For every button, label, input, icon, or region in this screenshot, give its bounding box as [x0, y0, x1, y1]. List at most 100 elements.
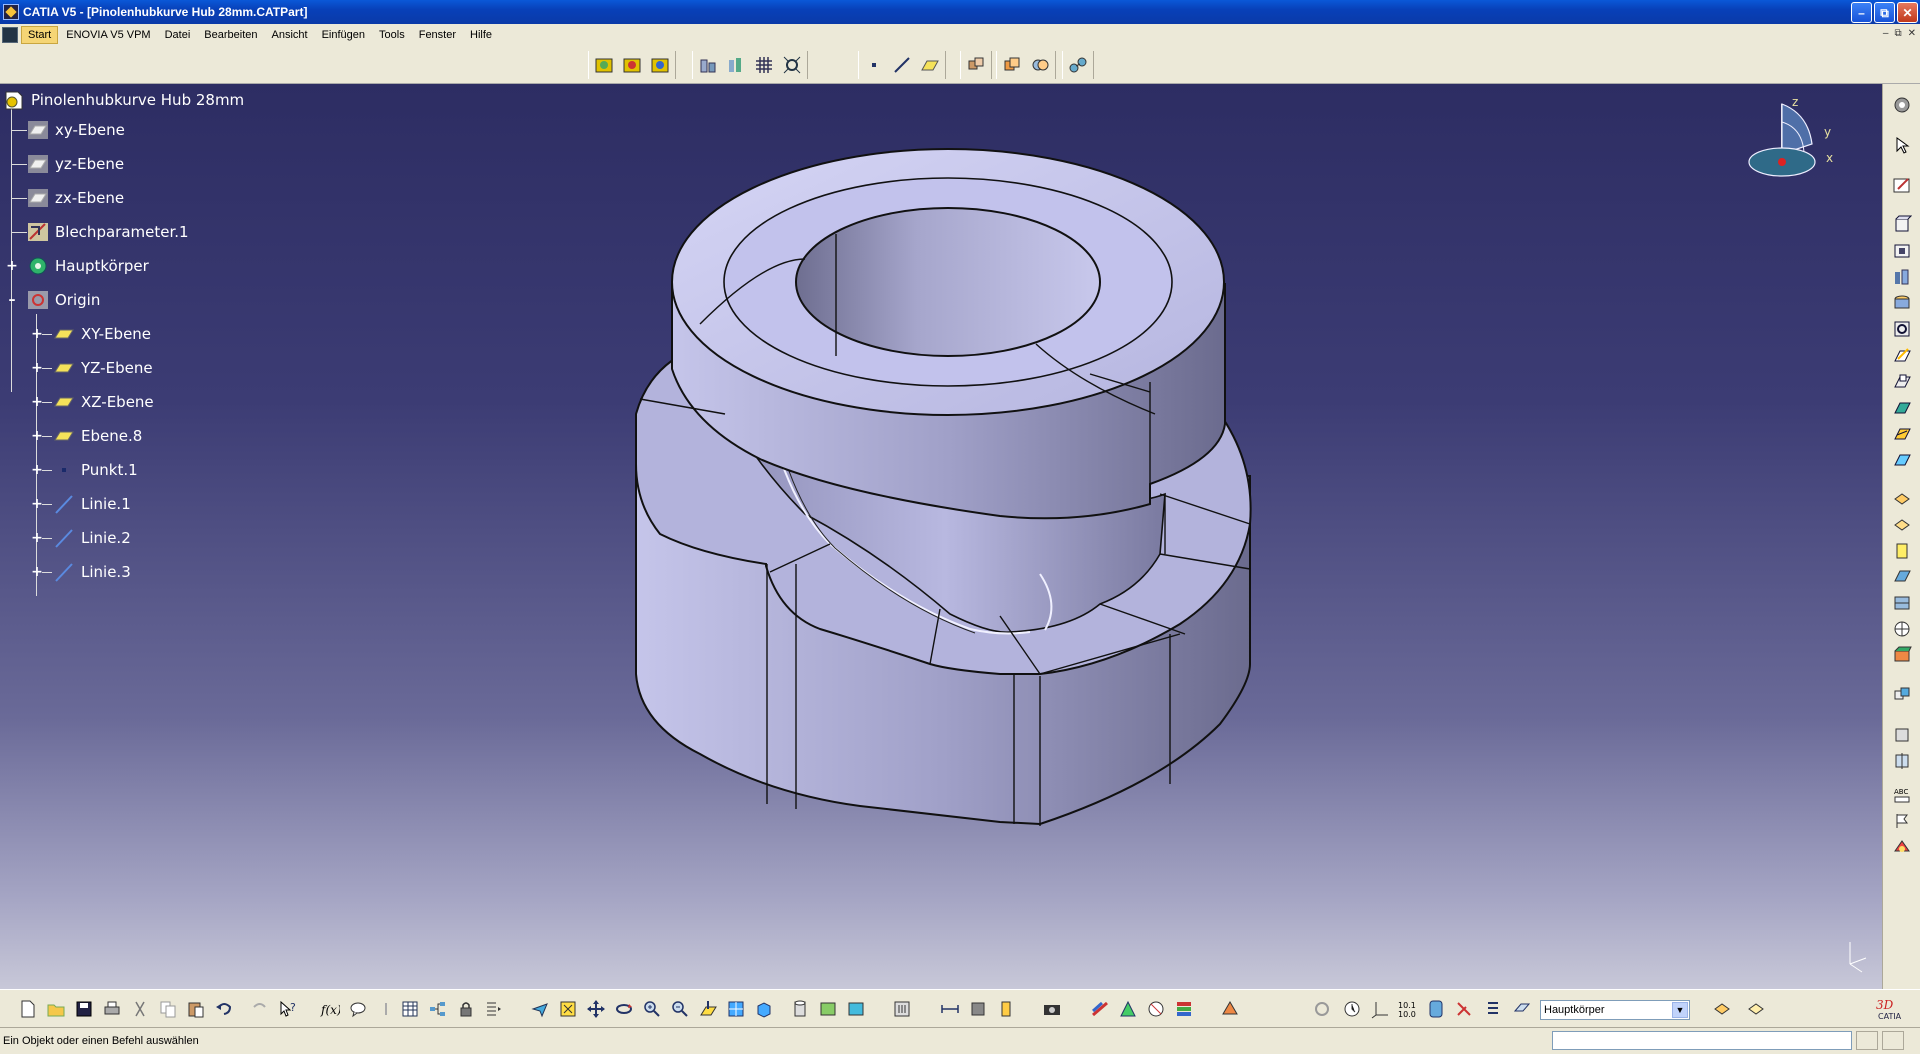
rotate-icon[interactable]	[612, 997, 636, 1021]
pocket-icon[interactable]	[1890, 240, 1914, 262]
minimize-button[interactable]: –	[1851, 2, 1872, 23]
boolean-icon[interactable]	[1028, 53, 1052, 77]
collapse-origin-button[interactable]: –	[5, 293, 19, 307]
command-close-button[interactable]	[1882, 1031, 1904, 1050]
shell-icon[interactable]	[1890, 566, 1914, 588]
current-body-select[interactable]: Hauptkörper ▼	[1540, 1000, 1690, 1020]
axis-system-icon[interactable]	[1368, 997, 1392, 1021]
point-icon[interactable]	[862, 53, 886, 77]
flag-note-icon[interactable]	[1890, 810, 1914, 832]
lock-icon[interactable]	[454, 997, 478, 1021]
multi-view-icon[interactable]	[724, 997, 748, 1021]
pad-gear-icon[interactable]	[592, 53, 616, 77]
command-options-button[interactable]	[1856, 1031, 1878, 1050]
tree-item-linie-3[interactable]: Linie.3	[52, 559, 132, 585]
pan-icon[interactable]	[584, 997, 608, 1021]
mdi-close-button[interactable]: ✕	[1908, 28, 1916, 39]
iso-view-icon[interactable]	[752, 997, 776, 1021]
tree-root[interactable]: Pinolenhubkurve Hub 28mm	[2, 87, 245, 113]
new-document-icon[interactable]	[16, 997, 40, 1021]
undo-icon[interactable]	[212, 997, 236, 1021]
rib-icon[interactable]	[1890, 344, 1914, 366]
slot-icon[interactable]	[1890, 370, 1914, 392]
select-arrow-icon[interactable]	[1890, 134, 1914, 156]
groove-icon[interactable]	[1890, 292, 1914, 314]
shaft-gear-icon[interactable]	[648, 53, 672, 77]
menu-einfuegen[interactable]: Einfügen	[316, 27, 371, 43]
line-icon[interactable]	[890, 53, 914, 77]
swap-visible-space-icon[interactable]	[844, 997, 868, 1021]
formula-icon[interactable]: f(x)	[318, 997, 342, 1021]
deviation-analysis-icon[interactable]	[1144, 997, 1168, 1021]
tree-item-linie-2[interactable]: Linie.2	[52, 525, 132, 551]
whats-this-icon[interactable]: ?	[276, 997, 300, 1021]
shading-icon[interactable]	[788, 997, 812, 1021]
light-icon[interactable]	[374, 997, 398, 1021]
tree-item-punkt-1[interactable]: Punkt.1	[52, 457, 139, 483]
stiffener-icon[interactable]	[1890, 396, 1914, 418]
constraint-icon[interactable]	[1066, 53, 1090, 77]
tree-item-zx-ebene[interactable]: zx-Ebene	[26, 185, 125, 211]
inertia-icon[interactable]	[724, 53, 748, 77]
fillet-icon[interactable]	[1890, 488, 1914, 510]
assembly-icon[interactable]	[964, 53, 988, 77]
draft-analysis-icon[interactable]	[1088, 997, 1112, 1021]
pattern-icon[interactable]	[1890, 684, 1914, 706]
copy-icon[interactable]	[156, 997, 180, 1021]
loft-icon[interactable]	[1890, 422, 1914, 444]
parameters-list-icon[interactable]	[482, 997, 506, 1021]
redo-icon[interactable]	[248, 997, 272, 1021]
tree-item-origin[interactable]: Origin	[26, 287, 101, 313]
expand-hauptkoerper-button[interactable]: +	[5, 259, 19, 273]
transform-icon[interactable]	[1890, 724, 1914, 746]
tree-item-yz-ebene[interactable]: yz-Ebene	[26, 151, 125, 177]
insert-body-icon[interactable]	[1000, 53, 1024, 77]
tree-structure-icon[interactable]	[426, 997, 450, 1021]
print-icon[interactable]	[100, 997, 124, 1021]
menu-tools[interactable]: Tools	[373, 27, 411, 43]
gear-icon[interactable]	[1424, 997, 1448, 1021]
measure-inertia-icon[interactable]	[994, 997, 1018, 1021]
catia-app-icon[interactable]	[3, 4, 19, 20]
menu-bearbeiten[interactable]: Bearbeiten	[198, 27, 263, 43]
open-folder-icon[interactable]	[44, 997, 68, 1021]
command-input[interactable]	[1552, 1031, 1852, 1050]
plane-icon[interactable]	[918, 53, 942, 77]
tree-item-hauptkoerper[interactable]: Hauptkörper	[26, 253, 150, 279]
shaft-icon[interactable]	[1890, 266, 1914, 288]
mdi-restore-button[interactable]: ⧉	[1894, 28, 1901, 39]
fit-all-in-icon[interactable]	[556, 997, 580, 1021]
draft-icon[interactable]	[1890, 540, 1914, 562]
apply-material-icon[interactable]	[1218, 997, 1242, 1021]
menu-datei[interactable]: Datei	[159, 27, 197, 43]
tree-item-xy-ebene[interactable]: xy-Ebene	[26, 117, 126, 143]
snap-icon[interactable]	[1310, 997, 1334, 1021]
measure-item-icon[interactable]	[966, 997, 990, 1021]
zoom-out-icon[interactable]	[668, 997, 692, 1021]
hide-show-icon[interactable]	[816, 997, 840, 1021]
sketcher-icon[interactable]	[1890, 174, 1914, 196]
cut-icon[interactable]	[128, 997, 152, 1021]
table-icon[interactable]	[398, 997, 422, 1021]
tree-item-linie-1[interactable]: Linie.1	[52, 491, 132, 517]
paste-icon[interactable]	[184, 997, 208, 1021]
thickness-icon[interactable]	[1890, 592, 1914, 614]
3d-viewport[interactable]: Pinolenhubkurve Hub 28mm xy-Ebene yz-Ebe…	[0, 84, 1882, 989]
save-icon[interactable]	[72, 997, 96, 1021]
material-icon[interactable]	[1890, 836, 1914, 858]
grid-scale-icon[interactable]: 10.1 10.0	[1396, 997, 1420, 1021]
list-icon[interactable]	[1480, 997, 1504, 1021]
menu-fenster[interactable]: Fenster	[413, 27, 462, 43]
curvature-analysis-icon[interactable]	[1116, 997, 1140, 1021]
mirror-icon[interactable]	[1890, 750, 1914, 772]
compass-reset-icon[interactable]	[1340, 997, 1364, 1021]
close-button[interactable]: ✕	[1897, 2, 1918, 23]
hole-icon[interactable]	[1890, 318, 1914, 340]
chamfer-icon[interactable]	[1890, 514, 1914, 536]
insert-body-icon[interactable]	[1710, 997, 1734, 1021]
tree-item-xz-plane[interactable]: XZ-Ebene	[52, 389, 155, 415]
annotation-text-icon[interactable]: ABC	[1890, 784, 1914, 806]
document-menu-icon[interactable]	[2, 27, 18, 43]
grid-icon[interactable]	[752, 53, 776, 77]
thickness-analysis-icon[interactable]	[1172, 997, 1196, 1021]
